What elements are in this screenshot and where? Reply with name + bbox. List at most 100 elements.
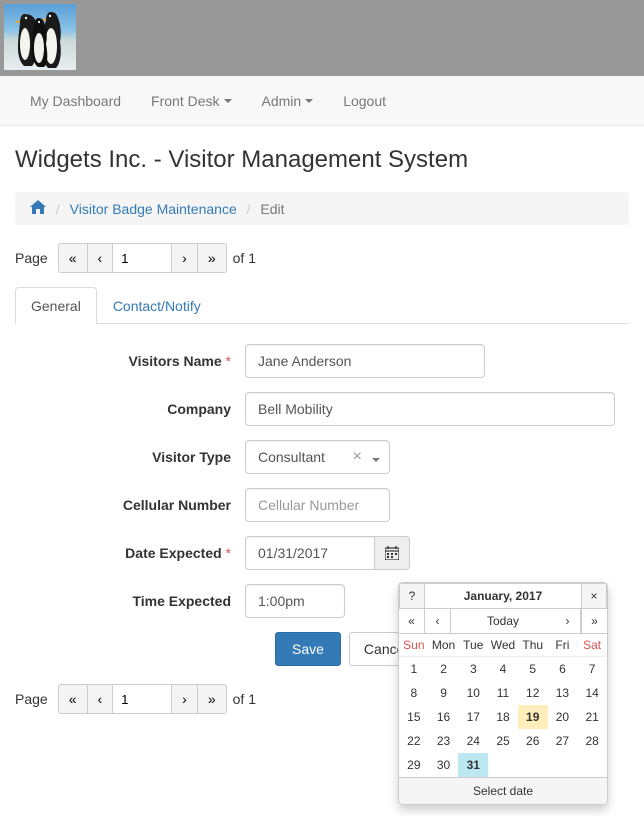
datepicker-footer: Select date — [399, 777, 607, 804]
save-button[interactable]: Save — [275, 632, 341, 666]
label-visitors-name: Visitors Name * — [15, 353, 245, 369]
pager-first-button[interactable]: « — [58, 243, 88, 273]
label-visitor-type: Visitor Type — [15, 449, 245, 465]
datepicker-day[interactable]: 7 — [577, 657, 607, 681]
datepicker-day[interactable]: 28 — [577, 729, 607, 753]
datepicker-day[interactable]: 13 — [548, 681, 578, 705]
clear-icon[interactable]: × — [353, 448, 362, 466]
caret-icon — [224, 99, 232, 103]
datepicker-day[interactable]: 16 — [429, 705, 459, 729]
pager-last-button[interactable]: » — [197, 684, 227, 714]
pager-next-button[interactable]: › — [171, 684, 198, 714]
calendar-button[interactable] — [374, 536, 410, 570]
label-time-expected: Time Expected — [15, 593, 245, 609]
pager-top: Page « ‹ › » of 1 — [15, 243, 629, 273]
datepicker-day[interactable]: 12 — [518, 681, 548, 705]
time-expected-input[interactable] — [245, 584, 345, 618]
datepicker-close-button[interactable]: × — [581, 583, 607, 609]
datepicker-next-month[interactable]: › — [555, 609, 581, 633]
pager-last-button[interactable]: » — [197, 243, 227, 273]
company-input[interactable] — [245, 392, 615, 426]
pager-label: Page — [15, 250, 48, 266]
datepicker-day[interactable]: 9 — [429, 681, 459, 705]
datepicker-dow: Thu — [518, 634, 548, 657]
datepicker-day[interactable]: 4 — [488, 657, 518, 681]
pager-input[interactable] — [112, 684, 172, 714]
nav-admin[interactable]: Admin — [247, 78, 329, 124]
datepicker-dow: Mon — [429, 634, 459, 657]
breadcrumb: / Visitor Badge Maintenance / Edit — [15, 192, 629, 225]
datepicker-day[interactable]: 25 — [488, 729, 518, 753]
datepicker-day[interactable]: 31 — [458, 753, 488, 777]
pager-first-button[interactable]: « — [58, 684, 88, 714]
datepicker-day[interactable]: 6 — [548, 657, 578, 681]
datepicker-day[interactable]: 2 — [429, 657, 459, 681]
chevron-down-icon[interactable] — [368, 449, 380, 465]
datepicker-help-button[interactable]: ? — [399, 583, 425, 609]
datepicker-day[interactable]: 20 — [548, 705, 578, 729]
visitors-name-input[interactable] — [245, 344, 485, 378]
pager-input[interactable] — [112, 243, 172, 273]
nav-logout[interactable]: Logout — [328, 78, 401, 124]
breadcrumb-active: Edit — [260, 201, 284, 217]
label-date-expected: Date Expected * — [15, 545, 245, 561]
pager-prev-button[interactable]: ‹ — [87, 243, 114, 273]
datepicker-dow: Fri — [548, 634, 578, 657]
datepicker-day[interactable]: 15 — [399, 705, 429, 729]
datepicker-prev-month[interactable]: ‹ — [425, 609, 451, 633]
datepicker-day[interactable]: 30 — [429, 753, 459, 777]
breadcrumb-sep: / — [50, 201, 66, 217]
datepicker-day[interactable]: 17 — [458, 705, 488, 729]
nav-front-desk[interactable]: Front Desk — [136, 78, 246, 124]
datepicker-day[interactable]: 22 — [399, 729, 429, 753]
datepicker-day[interactable]: 21 — [577, 705, 607, 729]
datepicker-day[interactable]: 23 — [429, 729, 459, 753]
top-banner — [0, 0, 644, 76]
datepicker-day[interactable]: 29 — [399, 753, 429, 777]
logo-image — [4, 4, 76, 70]
main-nav: My Dashboard Front Desk Admin Logout — [0, 76, 644, 126]
nav-my-dashboard[interactable]: My Dashboard — [15, 78, 136, 124]
datepicker-today-button[interactable]: Today — [451, 609, 555, 633]
pager-of: of 1 — [233, 250, 256, 266]
datepicker-day[interactable]: 24 — [458, 729, 488, 753]
datepicker-day[interactable]: 3 — [458, 657, 488, 681]
page-title: Widgets Inc. - Visitor Management System — [15, 146, 629, 174]
datepicker-day[interactable]: 5 — [518, 657, 548, 681]
label-cellular: Cellular Number — [15, 497, 245, 513]
tab-general[interactable]: General — [15, 287, 97, 324]
tab-bar: General Contact/Notify — [15, 287, 629, 324]
datepicker-day[interactable]: 11 — [488, 681, 518, 705]
date-expected-input[interactable] — [245, 536, 375, 570]
cellular-input[interactable] — [245, 488, 390, 522]
breadcrumb-link[interactable]: Visitor Badge Maintenance — [70, 201, 237, 217]
datepicker-prev-year[interactable]: « — [399, 609, 425, 633]
datepicker-dow: Tue — [458, 634, 488, 657]
datepicker-title[interactable]: January, 2017 — [425, 583, 581, 609]
datepicker-day[interactable]: 10 — [458, 681, 488, 705]
datepicker-day[interactable]: 14 — [577, 681, 607, 705]
datepicker-day[interactable]: 27 — [548, 729, 578, 753]
tab-contact-notify[interactable]: Contact/Notify — [97, 287, 217, 324]
datepicker-day[interactable]: 1 — [399, 657, 429, 681]
calendar-icon — [385, 546, 399, 560]
breadcrumb-sep: / — [241, 201, 257, 217]
home-icon[interactable] — [30, 201, 50, 217]
pager-of: of 1 — [233, 691, 256, 707]
caret-icon — [305, 99, 313, 103]
datepicker-dow: Sat — [577, 634, 607, 657]
datepicker-next-year[interactable]: » — [581, 609, 607, 633]
datepicker-day[interactable]: 19 — [518, 705, 548, 729]
nav-admin-label: Admin — [262, 93, 302, 109]
datepicker-day[interactable]: 18 — [488, 705, 518, 729]
pager-label: Page — [15, 691, 48, 707]
label-company: Company — [15, 401, 245, 417]
datepicker-day[interactable]: 26 — [518, 729, 548, 753]
pager-prev-button[interactable]: ‹ — [87, 684, 114, 714]
datepicker-dow: Wed — [488, 634, 518, 657]
datepicker-dow: Sun — [399, 634, 429, 657]
nav-front-desk-label: Front Desk — [151, 93, 219, 109]
pager-next-button[interactable]: › — [171, 243, 198, 273]
datepicker-popup: ? January, 2017 × « ‹ Today › » SunMonTu… — [398, 582, 608, 805]
datepicker-day[interactable]: 8 — [399, 681, 429, 705]
